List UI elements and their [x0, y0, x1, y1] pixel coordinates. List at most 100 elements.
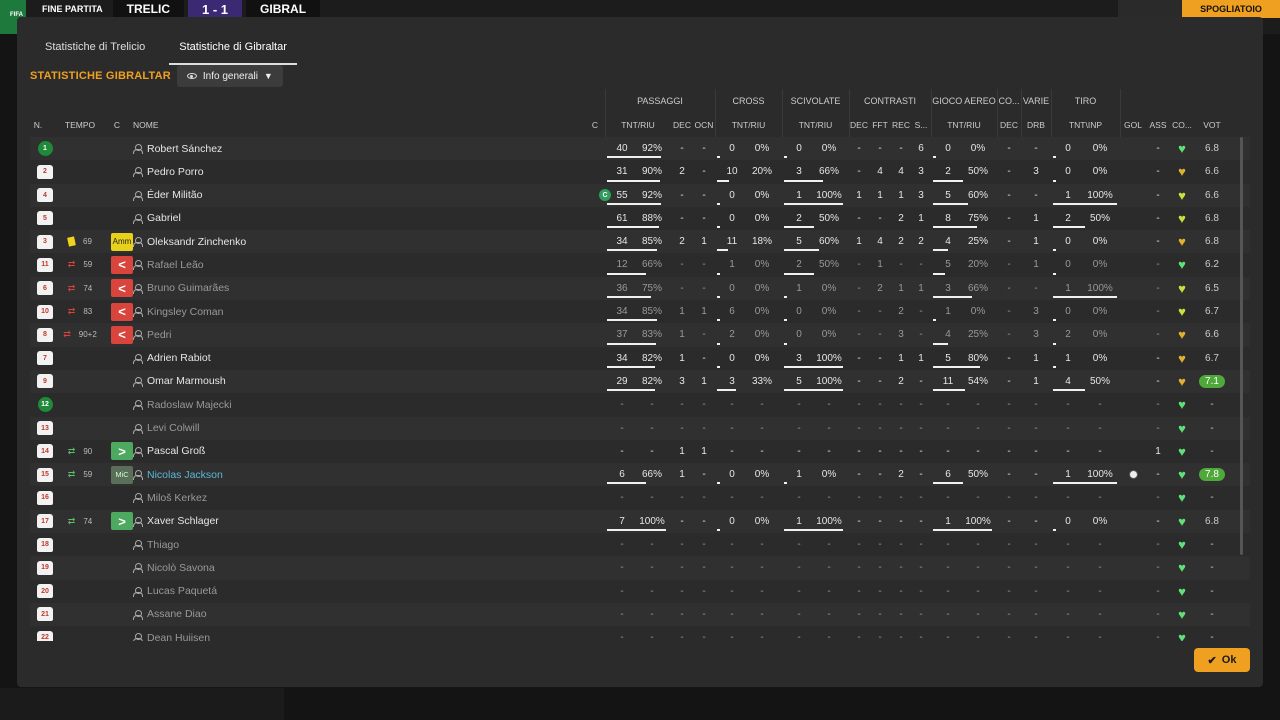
col-sciv-tnt[interactable]: TNT/RIU [784, 113, 847, 137]
player-name[interactable]: Pedri [147, 329, 172, 341]
col-con-dec[interactable]: DEC [849, 113, 869, 137]
table-row[interactable]: 12 Radoslaw Majecki - - - - - - - - - - - - - - - - - - - ♥ - [30, 393, 1250, 417]
ok-button[interactable]: ✔ Ok [1194, 648, 1250, 672]
view-dropdown[interactable]: Info generali ▼ [176, 65, 283, 87]
col-c[interactable]: C [109, 113, 125, 137]
player-name-cell[interactable]: Nicolas Jackson [133, 463, 433, 486]
table-row[interactable]: 4 Éder Militão C 55 92% 0 0% 1 100% 5 60% 1 100% - -1 1… [30, 183, 1250, 207]
player-name[interactable]: Gabriel [147, 212, 181, 224]
col-tiro-tnt[interactable]: TNT\INP [1053, 113, 1118, 137]
col-cross-tnt[interactable]: TNT/RIU [717, 113, 780, 137]
col-co-dec[interactable]: DEC [997, 113, 1021, 137]
player-name-cell[interactable]: Assane Diao [133, 603, 433, 626]
col-pass-tnt[interactable]: TNT/RIU [607, 113, 669, 137]
col-aer-tnt[interactable]: TNT/RIU [933, 113, 995, 137]
col-gol[interactable]: GOL [1121, 113, 1145, 137]
header-controls[interactable] [1118, 0, 1182, 18]
player-name[interactable]: Bruno Guimarães [147, 282, 229, 294]
col-con-fft[interactable]: FFT [870, 113, 890, 137]
player-name-cell[interactable]: Thiago [133, 533, 433, 556]
player-name[interactable]: Xaver Schlager [147, 515, 219, 527]
player-name[interactable]: Nicolas Jackson [147, 469, 223, 481]
table-row[interactable]: 17 ⇄ 74 > Xaver Schlager 7 100% 0 0% 1 100% 1 100% 0 0… [30, 509, 1250, 534]
col-con-s[interactable]: S... [911, 113, 931, 137]
player-name-cell[interactable]: Xaver Schlager [133, 510, 433, 533]
player-name-cell[interactable]: Miloš Kerkez [133, 486, 433, 509]
player-name-cell[interactable]: Omar Marmoush [133, 370, 433, 393]
table-row[interactable]: 15 ⇄ 59 MiC Nicolas Jackson 6 66% 0 0% 1 0% 6 50% 1 10… [30, 463, 1250, 487]
player-name-cell[interactable]: Nicolò Savona [133, 556, 433, 579]
scrollbar[interactable] [1240, 137, 1243, 555]
player-name[interactable]: Adrien Rabiot [147, 352, 211, 364]
player-name-cell[interactable]: Rafael Leão [133, 253, 433, 276]
table-row[interactable]: 11 ⇄ 59 < Rafael Leão 12 66% 1 0% 2 50% 5 20% 0 0% - - -1… [30, 253, 1250, 277]
col-vot[interactable]: VOT [1197, 113, 1227, 137]
player-name[interactable]: Pascal Groß [147, 445, 205, 457]
player-name[interactable]: Kingsley Coman [147, 306, 223, 318]
player-name-cell[interactable]: Radoslaw Majecki [133, 393, 433, 416]
table-row[interactable]: 18 Thiago - - - - - - - - - - - - - - - - - - - ♥ - [30, 533, 1250, 557]
table-row[interactable]: 13 Levi Colwill - - - - - - - - - - - - - - - - - - - ♥ - [30, 416, 1250, 440]
player-name[interactable]: Miloš Kerkez [147, 492, 207, 504]
dressing-room-button[interactable]: SPOGLIATOIO [1182, 0, 1280, 18]
condition-heart-icon: ♥ [1178, 560, 1186, 576]
player-name-cell[interactable]: Robert Sánchez [133, 137, 433, 160]
table-row[interactable]: 1 Robert Sánchez 40 92% 0 0% 0 0% 0 0% 0 0% - - - - -6- -… [30, 137, 1250, 161]
table-row[interactable]: 20 Lucas Paquetá - - - - - - - - - - - - - - - - - - - ♥ - [30, 579, 1250, 603]
table-row[interactable]: 19 Nicolò Savona - - - - - - - - - - - - - - - - - - - ♥ - [30, 556, 1250, 580]
table-row[interactable]: 9 Omar Marmoush 29 82% 3 33% 5 100% 11 54% 4 50% 3 1-… [30, 369, 1250, 394]
player-name-cell[interactable]: Éder Militão [133, 184, 433, 207]
player-name[interactable]: Assane Diao [147, 608, 207, 620]
tab-home-stats[interactable]: Statistiche di Trelicio [35, 31, 155, 65]
table-row[interactable]: 8 ⇄ 90+2 < Pedri 37 83% 2 0% 0 0% 4 25% 2 0% 1- - -3- -3- ♥… [30, 323, 1250, 347]
table-row[interactable]: 7 Adrien Rabiot 34 82% 0 0% 3 100% 5 80% 1 0% 1- - -1 1… [30, 346, 1250, 370]
table-row[interactable]: 6 ⇄ 74 < Bruno Guimarães 36 75% 0 0% 1 0% 3 66% 1 100%… [30, 276, 1250, 301]
player-name-cell[interactable]: Pedri [133, 323, 433, 346]
table-row[interactable]: 2 Pedro Porro 31 90% 10 20% 3 66% 2 50% 0 0% 2- -4 4 3-… [30, 160, 1250, 184]
col-c2[interactable]: C [587, 113, 603, 137]
col-drb[interactable]: DRB [1021, 113, 1051, 137]
player-name-cell[interactable]: Dean Huijsen [133, 626, 433, 641]
col-condition[interactable]: CO... [1170, 113, 1194, 137]
tackle-rec: 3 [898, 329, 904, 341]
player-name[interactable]: Oleksandr Zinchenko [147, 236, 246, 248]
player-name-cell[interactable]: Gabriel [133, 207, 433, 230]
col-tempo[interactable]: TEMPO [63, 113, 97, 137]
player-name[interactable]: Lucas Paquetá [147, 585, 217, 597]
col-number[interactable]: N. [30, 113, 46, 137]
aer-success-bar [933, 202, 968, 205]
col-nome[interactable]: NOME [133, 113, 193, 137]
player-name[interactable]: Robert Sánchez [147, 143, 222, 155]
player-name[interactable]: Radoslaw Majecki [147, 399, 232, 411]
player-name-cell[interactable]: Pascal Groß [133, 440, 433, 463]
table-row[interactable]: 22 Dean Huijsen - - - - - - - - - - - - - - - - - - - ♥ - [30, 626, 1250, 641]
condition-cell: ♥ [1170, 160, 1194, 183]
player-name-cell[interactable]: Levi Colwill [133, 417, 433, 440]
table-row[interactable]: 3 69 Amm Oleksandr Zinchenko 34 85% 11 18% 5 60% 4… [30, 230, 1250, 254]
player-name-cell[interactable]: Bruno Guimarães [133, 277, 433, 300]
player-name-cell[interactable]: Lucas Paquetá [133, 580, 433, 603]
col-pass-dec[interactable]: DEC [671, 113, 693, 137]
player-name-cell[interactable]: Oleksandr Zinchenko [133, 230, 433, 253]
table-row[interactable]: 14 ⇄ 90 > Pascal Groß - - - - - - - - - - 1 1 - - - - - - 1 ♥ - [30, 439, 1250, 464]
col-ass[interactable]: ASS [1146, 113, 1170, 137]
player-name[interactable]: Omar Marmoush [147, 375, 226, 387]
player-name[interactable]: Pedro Porro [147, 166, 204, 178]
player-name[interactable]: Éder Militão [147, 189, 202, 201]
player-name[interactable]: Thiago [147, 539, 179, 551]
table-row[interactable]: 16 Miloš Kerkez - - - - - - - - - - - - - - - - - - - ♥ - [30, 486, 1250, 510]
player-name[interactable]: Rafael Leão [147, 259, 204, 271]
player-name-cell[interactable]: Adrien Rabiot [133, 347, 433, 370]
col-pass-ocn[interactable]: OCN [693, 113, 715, 137]
table-row[interactable]: 21 Assane Diao - - - - - - - - - - - - - - - - - - - ♥ - [30, 602, 1250, 627]
tempo-cell: ⇄ 74 [63, 510, 97, 533]
player-name[interactable]: Levi Colwill [147, 422, 200, 434]
player-name[interactable]: Dean Huijsen [147, 632, 210, 641]
player-name[interactable]: Nicolò Savona [147, 562, 215, 574]
tab-away-stats[interactable]: Statistiche di Gibraltar [169, 31, 297, 65]
table-row[interactable]: 10 ⇄ 83 < Kingsley Coman 34 85% 6 0% 0 0% 1 0% 0 0% 1 1-… [30, 300, 1250, 324]
col-con-rec[interactable]: REC [891, 113, 911, 137]
player-name-cell[interactable]: Pedro Porro [133, 160, 433, 183]
player-name-cell[interactable]: Kingsley Coman [133, 300, 433, 323]
table-row[interactable]: 5 Gabriel 61 88% 0 0% 2 50% 8 75% 2 50% - - - -2 1-1- ♥ 6.… [30, 206, 1250, 231]
